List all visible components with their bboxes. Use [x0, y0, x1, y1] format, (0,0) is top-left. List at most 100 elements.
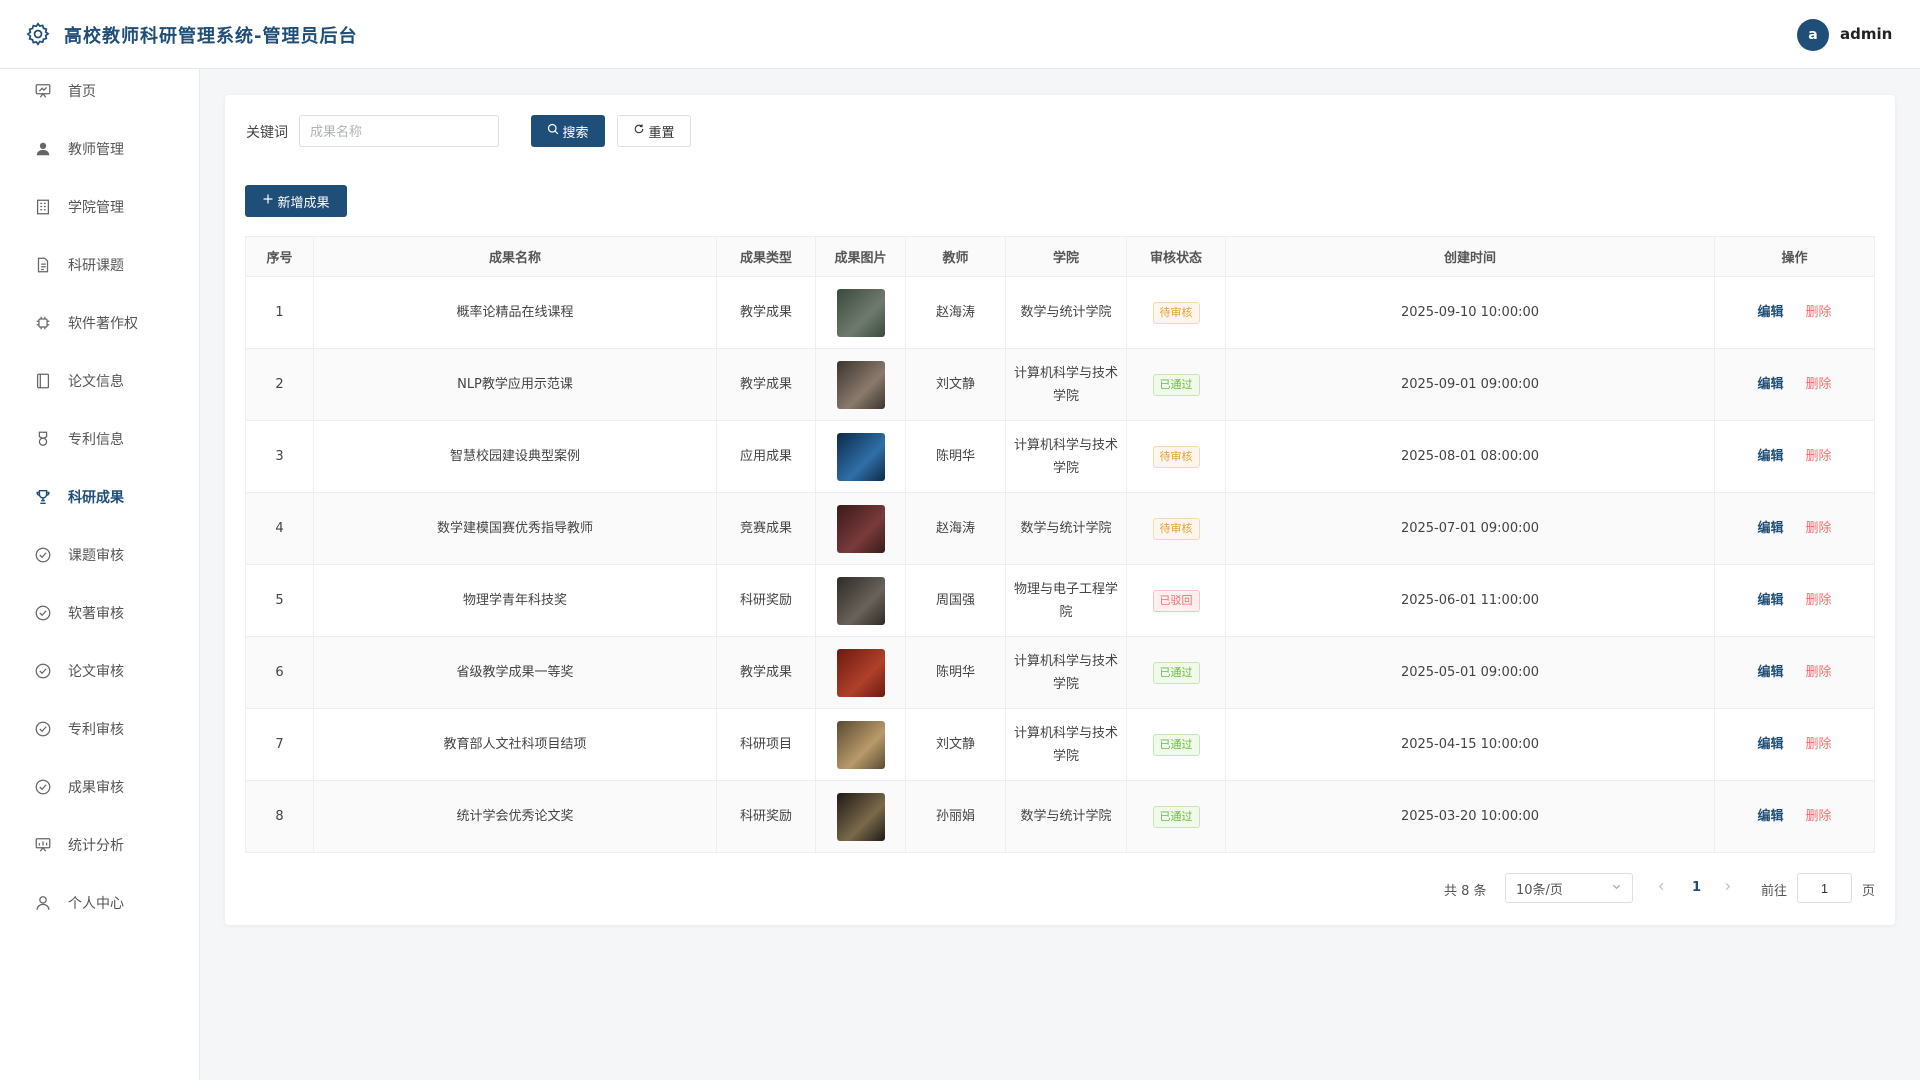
chevron-down-icon — [1611, 881, 1622, 896]
delete-button[interactable]: 删除 — [1806, 521, 1832, 536]
column-header: 成果类型 — [716, 236, 816, 277]
page-size-select[interactable]: 10条/页 — [1505, 873, 1633, 903]
sidebar-item-12[interactable]: 成果审核 — [0, 762, 199, 812]
sidebar-item-4[interactable]: 软件著作权 — [0, 298, 199, 348]
sidebar-item-label: 论文信息 — [68, 374, 124, 390]
sidebar-item-13[interactable]: 统计分析 — [0, 820, 199, 870]
page-number-current[interactable]: 1 — [1692, 880, 1701, 895]
edit-button[interactable]: 编辑 — [1757, 737, 1783, 752]
status-cell: 已驳回 — [1126, 564, 1226, 637]
table-row: 1 概率论精品在线课程 教学成果 赵海涛 数学与统计学院 待审核 2025-09-10 10… — [245, 276, 1875, 349]
search-button[interactable]: 搜索 — [531, 115, 605, 147]
column-header: 审核状态 — [1126, 236, 1226, 277]
pagination-total: 共 8 条 — [1444, 884, 1487, 899]
college-name: 数学与统计学院 — [1005, 492, 1127, 565]
achievement-thumbnail[interactable] — [836, 504, 885, 553]
column-header: 学院 — [1005, 236, 1127, 277]
achievement-thumbnail[interactable] — [836, 576, 885, 625]
book-icon — [34, 372, 52, 390]
delete-button[interactable]: 删除 — [1806, 305, 1832, 320]
sidebar-item-14[interactable]: 个人中心 — [0, 878, 199, 928]
teacher-name: 陈明华 — [905, 420, 1006, 493]
college-name: 计算机科学与技术学院 — [1005, 708, 1127, 781]
edit-button[interactable]: 编辑 — [1757, 593, 1783, 608]
username[interactable]: admin — [1840, 25, 1892, 43]
achievement-thumbnail[interactable] — [836, 360, 885, 409]
edit-button[interactable]: 编辑 — [1757, 521, 1783, 536]
college-name: 物理与电子工程学院 — [1005, 564, 1127, 637]
status-badge: 已驳回 — [1152, 590, 1200, 612]
trophy-icon — [34, 488, 52, 506]
chevron-left-icon — [1658, 882, 1664, 891]
sidebar-item-0[interactable]: 首页 — [0, 66, 199, 116]
achievement-thumbnail[interactable] — [836, 792, 885, 841]
achievement-name: NLP教学应用示范课 — [313, 348, 717, 421]
profile-icon — [34, 894, 52, 912]
sidebar-item-label: 统计分析 — [68, 838, 124, 854]
page-size-value: 10条/页 — [1516, 882, 1563, 898]
dashboard-icon — [34, 82, 52, 100]
edit-button[interactable]: 编辑 — [1757, 665, 1783, 680]
next-page-button[interactable] — [1722, 880, 1733, 896]
achievement-image-cell — [815, 276, 906, 349]
add-achievement-button[interactable]: 新增成果 — [245, 185, 347, 217]
achievement-name: 智慧校园建设典型案例 — [313, 420, 717, 493]
avatar[interactable]: a — [1797, 19, 1829, 51]
column-header: 成果图片 — [815, 236, 906, 277]
actions-cell: 编辑 删除 — [1714, 348, 1875, 421]
delete-button[interactable]: 删除 — [1806, 809, 1832, 824]
sidebar-item-2[interactable]: 学院管理 — [0, 182, 199, 232]
chart-icon — [34, 836, 52, 854]
search-button-label: 搜索 — [562, 125, 589, 141]
sidebar-item-label: 软著审核 — [68, 606, 124, 622]
check-circle-icon — [34, 662, 52, 680]
edit-button[interactable]: 编辑 — [1757, 305, 1783, 320]
row-index: 1 — [245, 276, 314, 349]
delete-button[interactable]: 删除 — [1806, 593, 1832, 608]
edit-button[interactable]: 编辑 — [1757, 809, 1783, 824]
sidebar-item-label: 科研课题 — [68, 258, 124, 274]
top-header: 高校教师科研管理系统-管理员后台 a admin — [0, 0, 1920, 69]
status-cell: 待审核 — [1126, 276, 1226, 349]
achievement-type: 科研奖励 — [716, 564, 816, 637]
delete-button[interactable]: 删除 — [1806, 737, 1832, 752]
sidebar-item-11[interactable]: 专利审核 — [0, 704, 199, 754]
achievement-thumbnail[interactable] — [836, 648, 885, 697]
sidebar-item-7[interactable]: 科研成果 — [0, 472, 199, 522]
delete-button[interactable]: 删除 — [1806, 377, 1832, 392]
goto-page-input[interactable] — [1797, 873, 1852, 903]
achievement-name: 数学建模国赛优秀指导教师 — [313, 492, 717, 565]
sidebar-item-label: 首页 — [68, 84, 96, 100]
edit-button[interactable]: 编辑 — [1757, 449, 1783, 464]
chip-icon — [34, 314, 52, 332]
sidebar-item-8[interactable]: 课题审核 — [0, 530, 199, 580]
achievement-image-cell — [815, 564, 906, 637]
achievement-thumbnail[interactable] — [836, 288, 885, 337]
teacher-name: 刘文静 — [905, 348, 1006, 421]
sidebar-item-3[interactable]: 科研课题 — [0, 240, 199, 290]
refresh-icon — [633, 123, 645, 139]
sidebar-item-10[interactable]: 论文审核 — [0, 646, 199, 696]
sidebar-item-9[interactable]: 软著审核 — [0, 588, 199, 638]
status-cell: 待审核 — [1126, 492, 1226, 565]
achievement-image-cell — [815, 492, 906, 565]
created-time: 2025-07-01 09:00:00 — [1225, 492, 1715, 565]
created-time: 2025-09-01 09:00:00 — [1225, 348, 1715, 421]
achievement-type: 教学成果 — [716, 348, 816, 421]
row-index: 5 — [245, 564, 314, 637]
reset-button[interactable]: 重置 — [617, 115, 691, 147]
keyword-input[interactable] — [299, 115, 499, 147]
achievement-thumbnail[interactable] — [836, 720, 885, 769]
achievement-name: 物理学青年科技奖 — [313, 564, 717, 637]
delete-button[interactable]: 删除 — [1806, 449, 1832, 464]
sidebar-item-6[interactable]: 专利信息 — [0, 414, 199, 464]
created-time: 2025-05-01 09:00:00 — [1225, 636, 1715, 709]
sidebar-item-5[interactable]: 论文信息 — [0, 356, 199, 406]
sidebar-item-1[interactable]: 教师管理 — [0, 124, 199, 174]
teacher-name: 赵海涛 — [905, 276, 1006, 349]
edit-button[interactable]: 编辑 — [1757, 377, 1783, 392]
teacher-name: 赵海涛 — [905, 492, 1006, 565]
achievement-thumbnail[interactable] — [836, 432, 885, 481]
prev-page-button[interactable] — [1656, 880, 1667, 896]
delete-button[interactable]: 删除 — [1806, 665, 1832, 680]
